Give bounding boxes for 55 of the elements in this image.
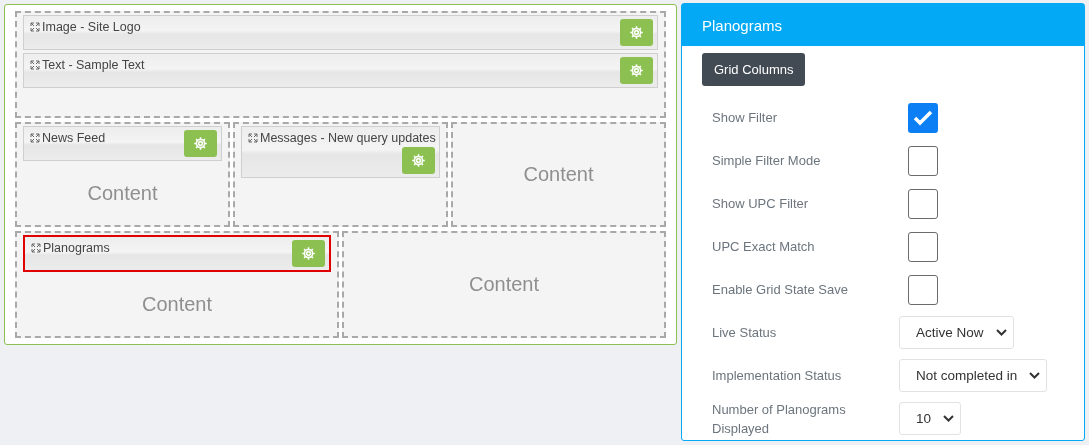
checkbox[interactable] (908, 145, 938, 176)
expand-icon (30, 133, 40, 143)
drop-zone[interactable]: Image - Site Logo Text - Sample Text (15, 11, 666, 118)
chevron-down-icon (995, 329, 1007, 336)
dropdown[interactable]: Not completed in (899, 359, 1048, 392)
grid-columns-button[interactable]: Grid Columns (702, 53, 806, 86)
content-placeholder: Content (468, 273, 540, 296)
settings-button[interactable] (292, 240, 325, 267)
settings-button[interactable] (184, 130, 217, 157)
checkbox[interactable] (908, 188, 938, 219)
content-placeholder: Content (87, 182, 158, 205)
widget-title: Planograms (31, 241, 110, 255)
settings-button[interactable] (620, 57, 653, 84)
checkbox[interactable] (908, 231, 938, 262)
setting-label: Implementation Status (712, 367, 843, 385)
drop-zone[interactable]: Planograms Content (15, 231, 339, 338)
expand-icon (30, 22, 40, 32)
drop-zone[interactable]: Messages - New query updates (233, 122, 448, 227)
chevron-down-icon (1029, 372, 1041, 379)
widget-title: Image - Site Logo (30, 20, 141, 34)
setting-label: Live Status (712, 324, 778, 342)
gear-icon (411, 153, 426, 168)
gear-icon (629, 25, 644, 40)
checkbox[interactable] (908, 102, 938, 133)
dropdown[interactable]: Active Now (899, 316, 1014, 349)
widget-bar[interactable]: News Feed (23, 126, 222, 161)
setting-label: Number of Planograms Displayed (712, 400, 847, 438)
widget-title: News Feed (30, 131, 106, 145)
expand-icon (31, 243, 41, 253)
widget-bar[interactable]: Messages - New query updates (241, 126, 440, 178)
settings-button[interactable] (620, 19, 653, 46)
setting-label: Show UPC Filter (712, 195, 810, 213)
widget-bar[interactable]: Image - Site Logo (23, 15, 658, 50)
checkmark-icon (913, 109, 933, 126)
widget-bar[interactable]: Planograms (23, 235, 331, 272)
content-placeholder: Content (141, 293, 213, 316)
checkbox[interactable] (908, 274, 938, 305)
expand-icon (248, 133, 258, 143)
widget-title: Text - Sample Text (30, 58, 145, 72)
widget-title: Messages - New query updates (248, 131, 436, 145)
chevron-down-icon (943, 415, 955, 422)
content-placeholder: Content (523, 163, 594, 186)
panel-title: Planograms (682, 4, 1084, 46)
gear-icon (193, 136, 208, 151)
expand-icon (30, 60, 40, 70)
setting-label: Show Filter (712, 109, 779, 127)
setting-label: UPC Exact Match (712, 238, 816, 256)
settings-button[interactable] (402, 147, 435, 174)
gear-icon (301, 246, 316, 261)
drop-zone[interactable]: News Feed Content (15, 122, 230, 227)
dropdown[interactable]: 10 (899, 402, 962, 435)
setting-label: Enable Grid State Save (712, 281, 849, 299)
widget-bar[interactable]: Text - Sample Text (23, 53, 658, 88)
gear-icon (629, 63, 644, 78)
setting-label: Simple Filter Mode (712, 152, 822, 170)
